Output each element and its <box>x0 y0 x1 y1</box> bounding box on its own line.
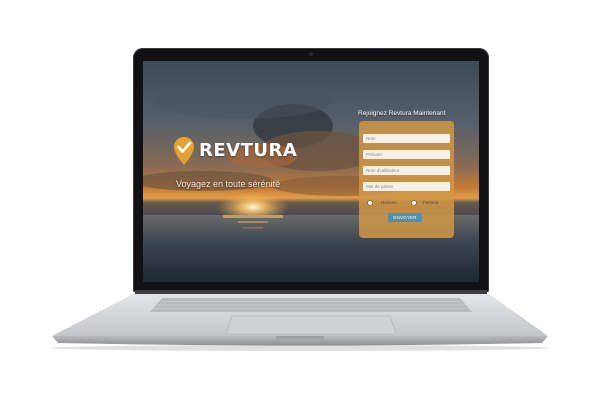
laptop-base <box>50 290 550 351</box>
hinge <box>135 290 487 294</box>
opening-notch <box>276 336 324 339</box>
trackpad[interactable] <box>225 315 397 335</box>
